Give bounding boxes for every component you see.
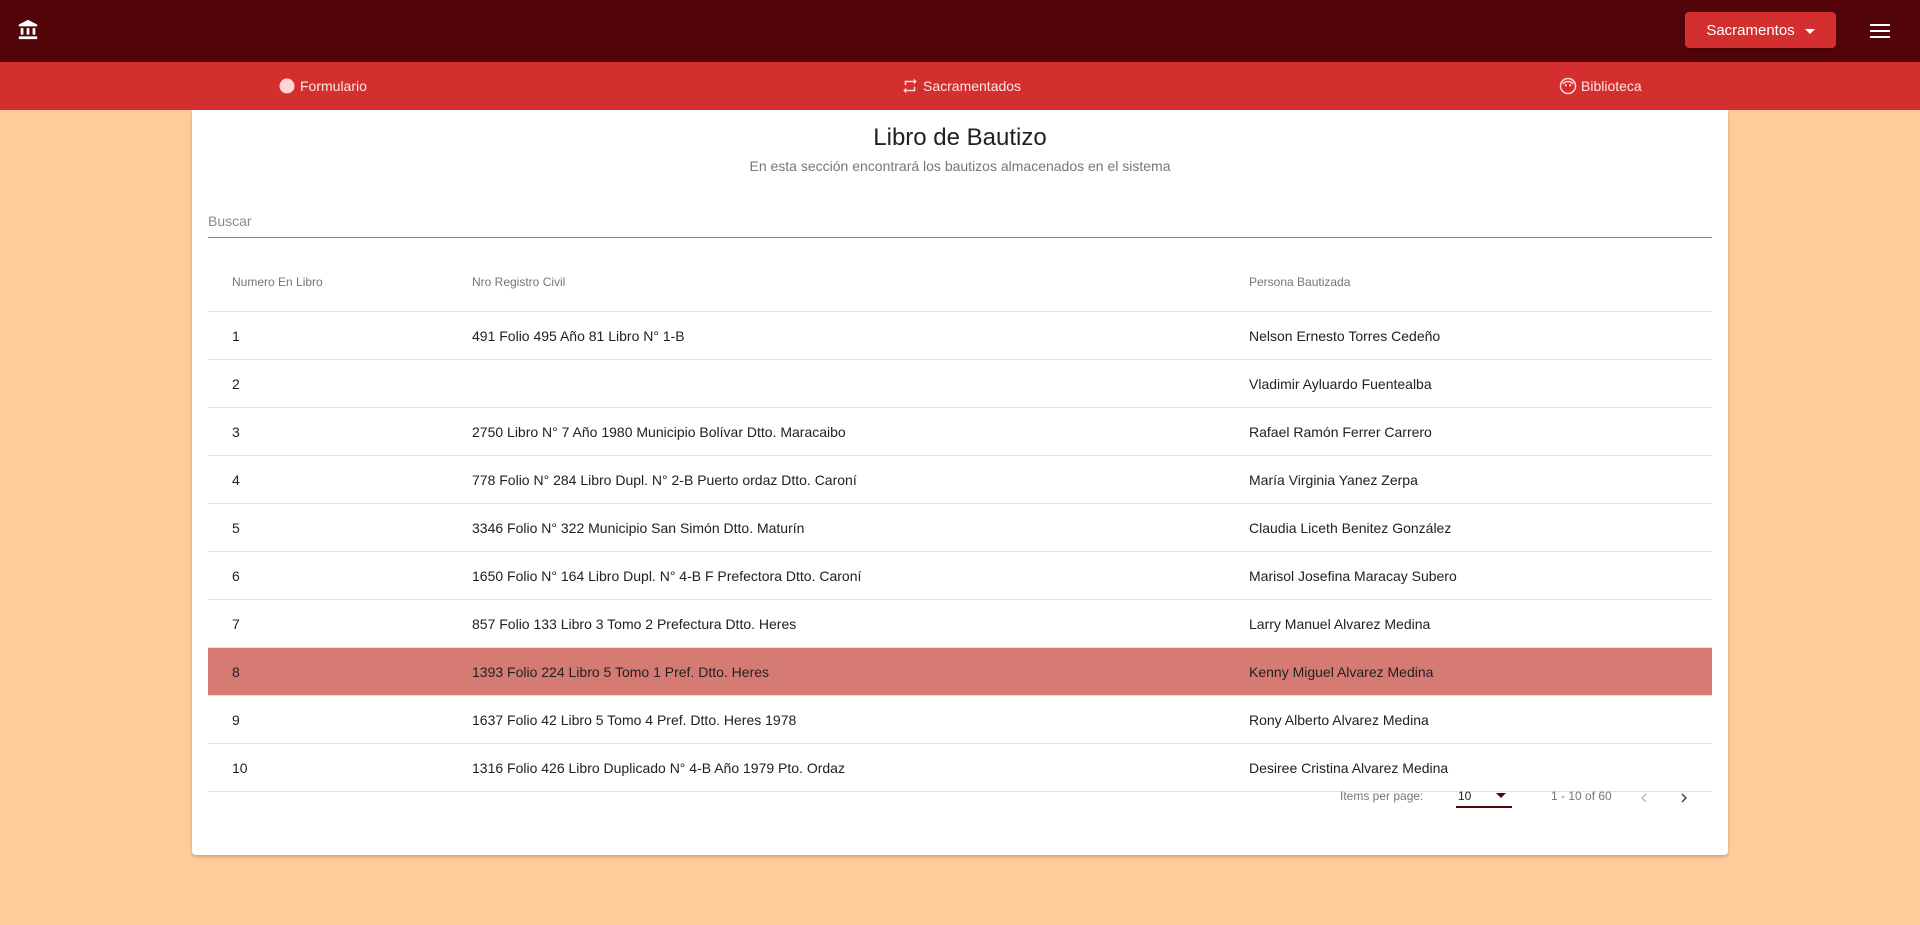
- table-row[interactable]: 7 857 Folio 133 Libro 3 Tomo 2 Prefectura…: [208, 600, 1712, 648]
- next-page-button[interactable]: [1668, 782, 1700, 814]
- swap-icon: [901, 77, 919, 95]
- page-range-label: 1 - 10 of 60: [1551, 789, 1612, 803]
- face-icon: [1559, 77, 1577, 95]
- nav-item-sacramentados[interactable]: Sacramentados: [901, 62, 1021, 110]
- table-row[interactable]: 1 491 Folio 495 Año 81 Libro N° 1-B Nelson…: [208, 312, 1712, 360]
- cell-numero: 8: [232, 663, 240, 680]
- menu-icon[interactable]: [1866, 18, 1894, 44]
- circle-icon: [278, 77, 296, 95]
- page-subtitle: En esta sección encontrará los bautizos …: [749, 158, 1171, 174]
- cell-persona: Marisol Josefina Maracay Subero: [1249, 567, 1457, 584]
- cell-persona: María Virginia Yanez Zerpa: [1249, 471, 1418, 488]
- table-row[interactable]: 9 1637 Folio 42 Libro 5 Tomo 4 Pref. Dtto…: [208, 696, 1712, 744]
- column-header-registro[interactable]: Nro Registro Civil: [472, 252, 565, 311]
- cell-numero: 7: [232, 615, 240, 632]
- table-row[interactable]: 5 3346 Folio N° 322 Municipio San Simón D…: [208, 504, 1712, 552]
- cell-registro: 778 Folio N° 284 Libro Dupl. N° 2-B Puer…: [472, 471, 857, 488]
- baptism-table: Numero En Libro Nro Registro Civil Perso…: [208, 252, 1712, 792]
- content-card: Libro de Bautizo En esta sección encontr…: [192, 110, 1728, 855]
- cell-persona: Vladimir Ayluardo Fuentealba: [1249, 375, 1432, 392]
- cell-numero: 1: [232, 327, 240, 344]
- nav-item-label: Biblioteca: [1581, 78, 1642, 94]
- cell-registro: 1637 Folio 42 Libro 5 Tomo 4 Pref. Dtto.…: [472, 711, 797, 728]
- cell-registro: 1393 Folio 224 Libro 5 Tomo 1 Pref. Dtto…: [472, 663, 770, 680]
- nav-item-label: Sacramentados: [923, 78, 1022, 94]
- cell-numero: 5: [232, 519, 240, 536]
- cell-numero: 6: [232, 567, 240, 584]
- items-per-page-select[interactable]: 10: [1456, 784, 1512, 808]
- table-row[interactable]: 2 Vladimir Ayluardo Fuentealba: [208, 360, 1712, 408]
- table-body: 1 491 Folio 495 Año 81 Libro N° 1-B Nelson…: [208, 312, 1712, 792]
- chevron-down-icon: [1496, 793, 1506, 798]
- nav-item-label: Formulario: [300, 78, 367, 94]
- cell-numero: 2: [232, 375, 240, 392]
- cell-registro: 491 Folio 495 Año 81 Libro N° 1-B: [472, 327, 685, 344]
- cell-persona: Claudia Liceth Benitez González: [1249, 519, 1452, 536]
- cell-registro: 1650 Folio N° 164 Libro Dupl. N° 4-B F P…: [472, 567, 862, 584]
- cell-persona: Nelson Ernesto Torres Cedeño: [1249, 327, 1441, 344]
- cell-persona: Larry Manuel Alvarez Medina: [1249, 615, 1431, 632]
- column-header-numero[interactable]: Numero En Libro: [232, 252, 323, 311]
- table-row[interactable]: 3 2750 Libro N° 7 Año 1980 Municipio Bolí…: [208, 408, 1712, 456]
- bank-icon[interactable]: [14, 16, 42, 44]
- caret-down-icon: [1804, 28, 1815, 34]
- nav-bar: Formulario Sacramentados Biblioteca: [0, 62, 1920, 110]
- top-app-bar: Sacramentos: [0, 0, 1920, 62]
- cell-registro: 3346 Folio N° 322 Municipio San Simón Dt…: [472, 519, 805, 536]
- previous-page-button[interactable]: [1628, 782, 1660, 814]
- nav-item-formulario[interactable]: Formulario: [278, 62, 367, 110]
- items-per-page-label: Items per page:: [1340, 789, 1424, 803]
- cell-persona: Rony Alberto Alvarez Medina: [1249, 711, 1429, 728]
- table-header-row: Numero En Libro Nro Registro Civil Perso…: [208, 252, 1712, 312]
- items-per-page-value: 10: [1458, 789, 1472, 803]
- cell-numero: 4: [232, 471, 240, 488]
- cell-registro: 2750 Libro N° 7 Año 1980 Municipio Bolív…: [472, 423, 846, 440]
- nav-item-biblioteca[interactable]: Biblioteca: [1559, 62, 1642, 110]
- cell-persona: Kenny Miguel Alvarez Medina: [1249, 663, 1434, 680]
- cell-registro: 857 Folio 133 Libro 3 Tomo 2 Prefectura …: [472, 615, 797, 632]
- sacramentos-dropdown-button[interactable]: Sacramentos: [1685, 12, 1836, 48]
- paginator: Items per page: 10 1 - 10 of 60: [208, 770, 1712, 826]
- sacramentos-label: Sacramentos: [1706, 21, 1795, 39]
- table-row[interactable]: 6 1650 Folio N° 164 Libro Dupl. N° 4-B F …: [208, 552, 1712, 600]
- page-title: Libro de Bautizo: [873, 124, 1047, 151]
- cell-numero: 9: [232, 711, 240, 728]
- search-input[interactable]: [208, 206, 1712, 236]
- column-header-persona[interactable]: Persona Bautizada: [1249, 252, 1350, 311]
- cell-persona: Rafael Ramón Ferrer Carrero: [1249, 423, 1432, 440]
- search-field: [208, 206, 1712, 238]
- chevron-right-icon: [1681, 793, 1687, 803]
- chevron-left-icon: [1641, 793, 1647, 803]
- table-row[interactable]: 4 778 Folio N° 284 Libro Dupl. N° 2-B Pue…: [208, 456, 1712, 504]
- table-row[interactable]: 8 1393 Folio 224 Libro 5 Tomo 1 Pref. Dtt…: [208, 648, 1712, 696]
- cell-numero: 3: [232, 423, 240, 440]
